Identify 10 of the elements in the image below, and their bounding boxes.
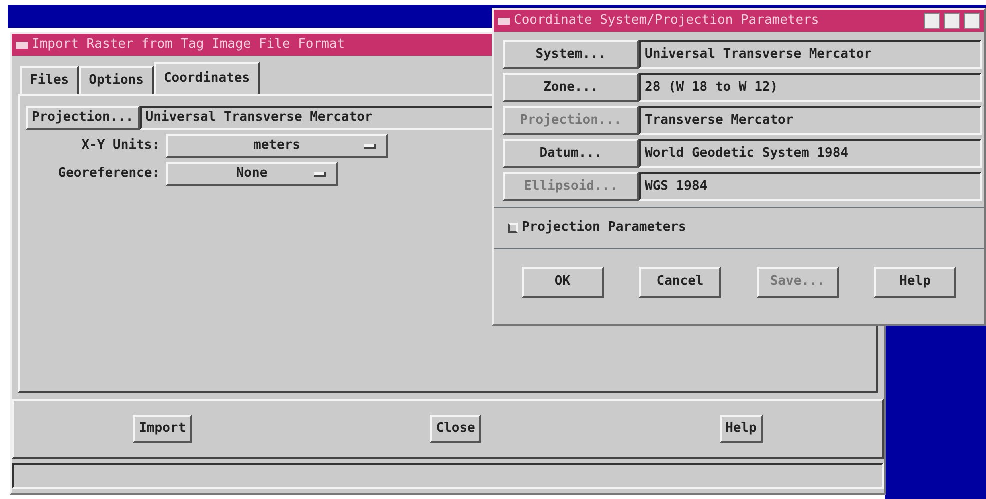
value-field: WGS 1984 — [639, 172, 982, 201]
value-field: Transverse Mercator — [639, 106, 982, 135]
field-label: Georeference: — [57, 164, 161, 183]
value-field: World Geodetic System 1984 — [639, 139, 982, 168]
value-field: Universal Transverse Mercator — [639, 40, 982, 69]
window-title: Coordinate System/Projection Parameters — [514, 12, 820, 30]
field-label: X-Y Units: — [80, 136, 161, 155]
value-field: 28 (W 18 to W 12) — [639, 73, 982, 102]
checkbox-label: Projection Parameters — [522, 219, 686, 237]
window-title: Import Raster from Tag Image File Format — [32, 36, 346, 54]
